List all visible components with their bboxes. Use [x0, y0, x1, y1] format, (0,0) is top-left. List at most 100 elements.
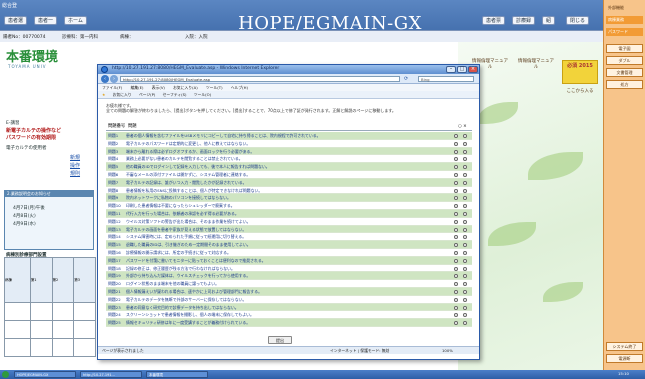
answer-true-radio[interactable]: [454, 289, 458, 294]
answer-false-radio[interactable]: [463, 282, 467, 287]
zoom-text[interactable]: 100%: [442, 347, 453, 355]
answer-false-radio[interactable]: [463, 204, 467, 209]
answer-false-radio[interactable]: [463, 196, 467, 201]
sidebar-button-docs[interactable]: 文書管理: [606, 68, 643, 77]
answer-true-radio[interactable]: [454, 165, 458, 170]
answer-false-radio[interactable]: [463, 313, 467, 318]
question-number: 問題6: [108, 171, 119, 177]
answer-true-radio[interactable]: [454, 180, 458, 185]
sidebar-item-ward[interactable]: 病棟業務: [606, 16, 643, 24]
answer-false-radio[interactable]: [463, 305, 467, 310]
answer-false-radio[interactable]: [463, 141, 467, 146]
answer-true-radio[interactable]: [454, 219, 458, 224]
answer-true-radio[interactable]: [454, 157, 458, 162]
answer-true-radio[interactable]: [454, 188, 458, 193]
patient-info-button[interactable]: 患者票: [482, 16, 506, 25]
answer-false-radio[interactable]: [463, 321, 467, 326]
answer-false-radio[interactable]: [463, 243, 467, 248]
answer-false-radio[interactable]: [463, 235, 467, 240]
maximize-icon[interactable]: □: [457, 66, 467, 73]
answer-true-radio[interactable]: [454, 282, 458, 287]
close-button[interactable]: 閉じる: [566, 16, 590, 25]
answer-true-radio[interactable]: [454, 313, 458, 318]
answer-false-radio[interactable]: [463, 134, 467, 138]
forward-icon[interactable]: ›: [110, 75, 118, 83]
star-icon[interactable]: ★: [102, 92, 105, 97]
taskbar-item-ie[interactable]: http://10.27.191...: [80, 371, 142, 378]
browser-titlebar[interactable]: http://10.27.191.27:8080/HEGM_Evaluate.a…: [98, 65, 479, 74]
answer-true-radio[interactable]: [454, 172, 458, 177]
menu-file[interactable]: ファイル(F): [102, 85, 122, 90]
menu-help[interactable]: ヘルプ(H): [231, 85, 248, 90]
answer-true-radio[interactable]: [454, 196, 458, 201]
menu-favorites[interactable]: お気に入り(A): [173, 85, 198, 90]
answer-true-radio[interactable]: [454, 149, 458, 154]
power-off-button[interactable]: 電源断: [606, 354, 643, 363]
taskbar-item-portal[interactable]: 本番環境: [146, 371, 208, 378]
answer-false-radio[interactable]: [463, 274, 467, 279]
answer-true-radio[interactable]: [454, 305, 458, 310]
portal-link-rules[interactable]: 規則: [70, 170, 80, 177]
answer-false-radio[interactable]: [463, 250, 467, 255]
answer-false-radio[interactable]: [463, 157, 467, 162]
answer-true-radio[interactable]: [454, 141, 458, 146]
answer-true-radio[interactable]: [454, 321, 458, 326]
sidebar-item-password[interactable]: パスワード: [606, 28, 643, 36]
enter-here-link[interactable]: ここから入る: [558, 88, 602, 94]
sidebar-item-external[interactable]: 外部機能: [606, 4, 643, 12]
portal-link-new[interactable]: 新規: [70, 154, 80, 161]
close-icon[interactable]: ×: [468, 66, 478, 73]
patient-list-button[interactable]: 患者一: [34, 16, 58, 25]
answer-false-radio[interactable]: [463, 297, 467, 302]
favorites-button[interactable]: お気に入り: [113, 92, 132, 97]
answer-true-radio[interactable]: [454, 250, 458, 255]
answer-true-radio[interactable]: [454, 134, 458, 138]
answer-false-radio[interactable]: [463, 258, 467, 263]
answer-true-radio[interactable]: [454, 243, 458, 248]
page-menu[interactable]: ページ(P): [139, 92, 156, 97]
answer-false-radio[interactable]: [463, 289, 467, 294]
menu-view[interactable]: 表示(V): [152, 85, 165, 90]
answer-true-radio[interactable]: [454, 297, 458, 302]
menu-tools[interactable]: ツール(T): [206, 85, 223, 90]
answer-false-radio[interactable]: [463, 227, 467, 232]
refresh-icon[interactable]: ⟳: [404, 76, 408, 82]
answer-true-radio[interactable]: [454, 266, 458, 271]
ethics-manual-banner-2[interactable]: 情報倫理マニュアル: [516, 58, 556, 70]
sidebar-button-double[interactable]: ダブル: [606, 56, 643, 65]
answer-false-radio[interactable]: [463, 180, 467, 185]
start-button[interactable]: [2, 371, 9, 378]
menu-edit[interactable]: 編集(E): [131, 85, 144, 90]
minimize-icon[interactable]: –: [446, 66, 456, 73]
answer-true-radio[interactable]: [454, 235, 458, 240]
answer-false-radio[interactable]: [463, 165, 467, 170]
referral-button[interactable]: 紹: [542, 16, 556, 25]
sidebar-button-chart[interactable]: 電子図: [606, 44, 643, 53]
answer-true-radio[interactable]: [454, 211, 458, 216]
medical-record-button[interactable]: 診療録: [512, 16, 536, 25]
safety-menu[interactable]: セーフティ(S): [163, 92, 187, 97]
required-course-banner[interactable]: 必須 2015: [562, 60, 598, 84]
select-patient-button[interactable]: 患者選: [4, 16, 28, 25]
sidebar-button-prescription[interactable]: 処方: [606, 80, 643, 89]
answer-false-radio[interactable]: [463, 188, 467, 193]
password-expiry-heading[interactable]: パスワードの有効期限: [6, 134, 56, 141]
answer-true-radio[interactable]: [454, 227, 458, 232]
answer-false-radio[interactable]: [463, 266, 467, 271]
tools-menu[interactable]: ツール(O): [194, 92, 211, 97]
home-button[interactable]: ホーム: [64, 16, 87, 25]
answer-true-radio[interactable]: [454, 274, 458, 279]
answer-false-radio[interactable]: [463, 149, 467, 154]
back-icon[interactable]: ‹: [101, 75, 109, 83]
address-input[interactable]: http://10.27.191.27:8080/HEGM_Evaluate.a…: [120, 76, 400, 82]
answer-false-radio[interactable]: [463, 219, 467, 224]
system-exit-button[interactable]: システム終了: [606, 342, 643, 351]
answer-false-radio[interactable]: [463, 211, 467, 216]
portal-link-operation[interactable]: 操作: [70, 162, 80, 169]
taskbar-item-hope[interactable]: HOPE/EGMAIN-GX: [14, 371, 76, 378]
answer-true-radio[interactable]: [454, 204, 458, 209]
submit-button[interactable]: 提出: [268, 336, 292, 344]
answer-true-radio[interactable]: [454, 258, 458, 263]
search-input[interactable]: Bing: [418, 76, 474, 82]
answer-false-radio[interactable]: [463, 172, 467, 177]
